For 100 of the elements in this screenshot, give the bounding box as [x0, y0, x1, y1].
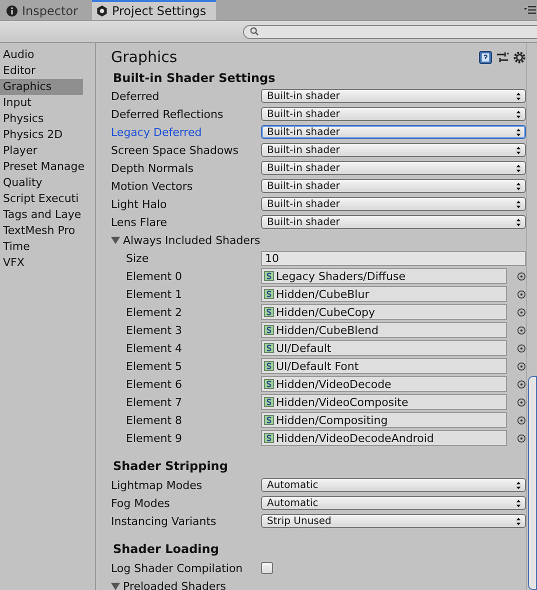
object-field[interactable]: Legacy Shaders/Diffuse: [261, 268, 508, 284]
updown-icon: [516, 218, 521, 226]
dropdown[interactable]: Built-in shader: [261, 143, 526, 157]
checkbox[interactable]: [261, 562, 273, 574]
section-heading: Shader Loading: [112, 541, 220, 558]
updown-icon: [516, 146, 521, 154]
field-label: Element 2: [125, 306, 184, 318]
sidebar-item[interactable]: VFX: [0, 255, 83, 271]
sidebar-item[interactable]: Editor: [0, 63, 83, 79]
help-icon[interactable]: [479, 50, 492, 64]
shader-icon: [264, 289, 274, 299]
dropdown[interactable]: Built-in shader: [261, 125, 526, 139]
page-title: Graphics: [111, 48, 178, 66]
field-label: Element 3: [125, 324, 184, 336]
sidebar-item[interactable]: Physics: [0, 111, 83, 127]
object-field[interactable]: Hidden/CubeBlur: [261, 286, 508, 302]
dropdown[interactable]: Built-in shader: [261, 89, 526, 103]
search-icon: [250, 27, 259, 36]
updown-icon: [516, 200, 521, 208]
tab[interactable]: Project Settings: [92, 0, 216, 20]
dropdown[interactable]: Built-in shader: [261, 215, 526, 229]
sidebar-item[interactable]: Player: [0, 143, 83, 159]
shader-icon: [264, 343, 274, 353]
shader-icon: [264, 397, 274, 407]
field-label: Deferred: [111, 90, 160, 102]
field-label: Element 5: [125, 360, 184, 372]
updown-icon: [516, 128, 521, 136]
foldout[interactable]: Always Included Shaders: [111, 234, 260, 246]
field-label: Element 4: [125, 342, 184, 354]
field-label: Element 9: [125, 432, 184, 444]
updown-icon: [516, 480, 521, 490]
dropdown[interactable]: Strip Unused: [261, 514, 526, 528]
sidebar-item[interactable]: Quality: [0, 175, 83, 191]
field-label: Element 7: [125, 396, 184, 408]
section-heading: Shader Stripping: [112, 458, 229, 475]
field-label: Log Shader Compilation: [111, 562, 244, 574]
field-label: Element 6: [125, 378, 184, 390]
shader-icon: [264, 433, 274, 443]
sidebar-item[interactable]: Input: [0, 95, 83, 111]
dropdown[interactable]: Built-in shader: [261, 107, 526, 121]
field-label: Light Halo: [111, 198, 168, 210]
field-label: Depth Normals: [111, 162, 195, 174]
object-field[interactable]: Hidden/VideoDecode: [261, 376, 508, 392]
updown-icon: [516, 516, 521, 526]
updown-icon: [516, 92, 521, 100]
sidebar-item[interactable]: Graphics: [0, 79, 83, 95]
shader-icon: [264, 379, 274, 389]
updown-icon: [516, 164, 521, 172]
updown-icon: [516, 110, 521, 118]
sidebar-item[interactable]: Script Executi: [0, 191, 83, 207]
dropdown[interactable]: Automatic: [261, 478, 526, 492]
dropdown[interactable]: Built-in shader: [261, 197, 526, 211]
object-field[interactable]: Hidden/VideoDecodeAndroid: [261, 430, 508, 446]
dropdown[interactable]: Built-in shader: [261, 161, 526, 175]
sidebar-item[interactable]: Physics 2D: [0, 127, 83, 143]
object-field[interactable]: Hidden/Compositing: [261, 412, 508, 428]
shader-icon: [264, 307, 274, 317]
dropdown[interactable]: Automatic: [261, 496, 526, 510]
shader-icon: [264, 271, 274, 281]
menu-icon[interactable]: [524, 5, 536, 15]
field-label: Fog Modes: [111, 496, 171, 510]
sidebar-item[interactable]: Tags and Laye: [0, 207, 83, 223]
scrollbar-thumb[interactable]: [528, 376, 537, 590]
shader-icon: [264, 361, 274, 371]
field-label: Element 0: [125, 270, 184, 282]
settings-icon: [96, 5, 108, 17]
object-field[interactable]: Hidden/CubeCopy: [261, 304, 508, 320]
field-label: Motion Vectors: [111, 180, 194, 192]
updown-icon: [516, 498, 521, 508]
updown-icon: [516, 182, 521, 190]
sidebar-item[interactable]: Preset Manage: [0, 159, 83, 175]
sidebar-item[interactable]: TextMesh Pro: [0, 223, 83, 239]
sliders-icon[interactable]: [496, 50, 509, 64]
object-field[interactable]: UI/Default Font: [261, 358, 508, 374]
section-heading: Built-in Shader Settings: [112, 70, 276, 87]
sidebar-item[interactable]: Time: [0, 239, 83, 255]
settings-icon[interactable]: [513, 50, 526, 64]
field-label: Instancing Variants: [111, 514, 218, 528]
foldout[interactable]: Preloaded Shaders: [111, 580, 226, 590]
triangle-icon: [111, 236, 120, 244]
sidebar-item[interactable]: Audio: [0, 47, 83, 63]
shader-icon: [264, 415, 274, 425]
dropdown[interactable]: Built-in shader: [261, 179, 526, 193]
shader-icon: [264, 325, 274, 335]
object-field[interactable]: Hidden/VideoComposite: [261, 394, 508, 410]
field-label: Element 8: [125, 414, 184, 426]
field-label: Size: [125, 252, 150, 264]
search-field[interactable]: [243, 24, 537, 38]
field-label: Deferred Reflections: [111, 108, 224, 120]
object-field[interactable]: Hidden/CubeBlend: [261, 322, 508, 338]
field-label: Lightmap Modes: [111, 478, 204, 492]
field-label: Element 1: [125, 288, 184, 300]
tab[interactable]: Inspector: [2, 1, 88, 20]
field-label: Lens Flare: [111, 216, 168, 228]
info-icon: [6, 4, 18, 16]
triangle-icon: [111, 582, 120, 590]
object-field[interactable]: UI/Default: [261, 340, 508, 356]
field-label: Screen Space Shadows: [111, 144, 240, 156]
field-label: Legacy Deferred: [111, 126, 203, 138]
number-field[interactable]: 10: [261, 250, 526, 266]
